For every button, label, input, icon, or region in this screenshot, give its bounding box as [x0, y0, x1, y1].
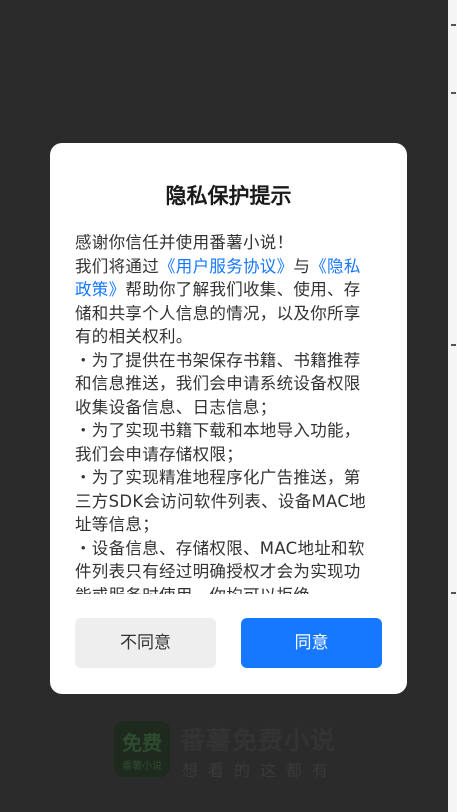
- edge-mark: [451, 592, 456, 594]
- dialog-title: 隐私保护提示: [165, 184, 292, 208]
- brand-footer: 免费 番薯小说 番薯免费小说 想看的这都有: [114, 719, 354, 781]
- bullet-device-permission: ・为了提供在书架保存书籍、书籍推荐和信息推送，我们会申请系统设备权限收集设备信息…: [75, 350, 361, 417]
- agreement-text-before: 我们将通过: [75, 256, 159, 276]
- background-page-edge: [448, 0, 457, 812]
- bullet-authorization: ・设备信息、存储权限、MAC地址和软件列表只有经过明确授权才会为实现功能或服务时…: [75, 538, 365, 595]
- edge-mark: [451, 344, 456, 346]
- user-agreement-link[interactable]: 《用户服务协议》: [159, 257, 293, 276]
- dialog-body-scroll[interactable]: 感谢你信任并使用番薯小说！ 我们将通过《用户服务协议》与《隐私政策》帮助你了解我…: [75, 231, 375, 594]
- bullet-storage-permission: ・为了实现书籍下载和本地导入功能，我们会申请存储权限；: [75, 421, 361, 464]
- agreement-paragraph: 我们将通过《用户服务协议》与《隐私政策》帮助你了解我们收集、使用、存储和共享个人…: [75, 255, 375, 349]
- edge-mark: [451, 92, 456, 94]
- logo-subtext: 番薯小说: [122, 761, 162, 772]
- agreement-text-mid: 与: [293, 256, 311, 276]
- disagree-button[interactable]: 不同意: [75, 618, 216, 668]
- welcome-text: 感谢你信任并使用番薯小说！: [75, 233, 294, 252]
- app-slogan: 想看的这都有: [182, 761, 339, 780]
- app-logo: 免费 番薯小说: [114, 721, 170, 777]
- bullet-ad-sdk: ・为了实现精准地程序化广告推送，第三方SDK会访问软件列表、设备MAC地址等信息…: [75, 468, 366, 534]
- logo-text: 免费: [122, 731, 162, 755]
- edge-mark: [451, 24, 456, 26]
- agree-button[interactable]: 同意: [241, 618, 382, 668]
- dialog-body-text: 感谢你信任并使用番薯小说！ 我们将通过《用户服务协议》与《隐私政策》帮助你了解我…: [75, 231, 375, 594]
- app-name: 番薯免费小说: [180, 726, 337, 755]
